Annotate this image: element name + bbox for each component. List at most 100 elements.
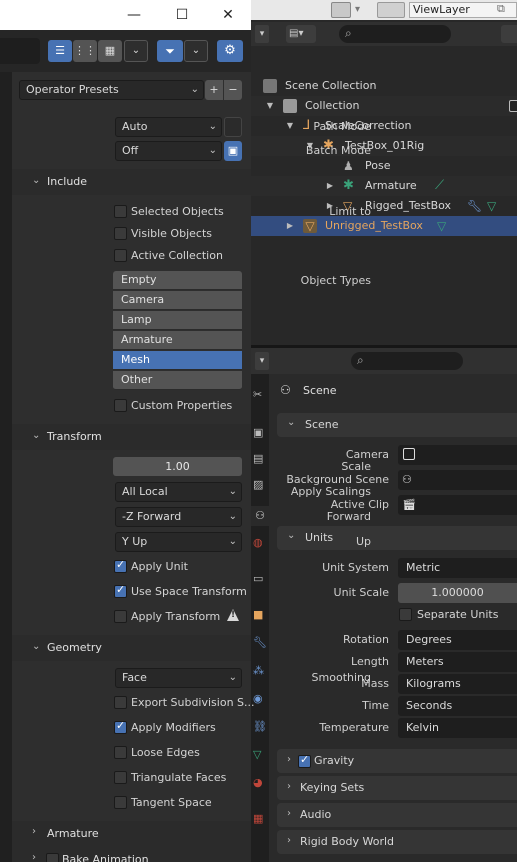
use-space-transform-checkbox[interactable]	[114, 583, 127, 598]
outliner-search-input[interactable]: ⌕	[339, 25, 451, 43]
maximize-button[interactable]: ☐	[172, 5, 192, 25]
transform-section-header[interactable]: ⌄ Transform	[12, 424, 251, 450]
tree-row[interactable]: ♟ Pose	[251, 156, 517, 176]
filter-icon[interactable]: ⏷	[157, 40, 183, 62]
view-layer-tab-icon[interactable]: ▨	[253, 478, 267, 492]
apply-unit-checkbox[interactable]	[114, 558, 127, 573]
armature-section-header[interactable]: › Armature	[12, 821, 251, 847]
path-mode-dropdown[interactable]: Auto ⌄	[115, 117, 222, 137]
audio-section-header[interactable]: › Audio	[277, 803, 517, 827]
tree-row[interactable]: ▼ ⅃ ScaleCorrection	[251, 116, 517, 136]
triangulate-faces-checkbox[interactable]	[114, 771, 127, 784]
tangent-space-checkbox[interactable]	[114, 796, 127, 809]
bake-animation-checkbox[interactable]	[46, 853, 59, 862]
scene-dropdown-chevron-icon[interactable]: ▾	[355, 2, 365, 18]
batch-own-dir-icon[interactable]: ▣	[224, 141, 242, 161]
visible-objects-checkbox[interactable]	[114, 227, 127, 240]
tree-row[interactable]: ▶ ✱ Armature ⟋	[251, 176, 517, 196]
add-preset-button[interactable]: +	[205, 80, 223, 100]
expand-arrow-icon[interactable]: ▼	[285, 116, 295, 136]
display-mode-dropdown[interactable]: ▤▾	[286, 25, 316, 43]
tree-row[interactable]: ▼ Collection	[251, 96, 517, 116]
bake-animation-section-header[interactable]: › Bake Animation	[12, 847, 251, 862]
forward-dropdown[interactable]: -Z Forward ⌄	[115, 507, 242, 527]
tree-row-selected[interactable]: ▶ ▽ Unrigged_TestBox ▽	[251, 216, 517, 236]
length-dropdown[interactable]: Meters	[398, 652, 517, 672]
object-type-armature[interactable]: Armature	[113, 331, 242, 350]
scene-tab-icon[interactable]: ⚇	[251, 506, 269, 526]
object-type-empty[interactable]: Empty	[113, 271, 242, 290]
properties-search-input[interactable]: ⌕	[351, 352, 463, 370]
constraints-tab-icon[interactable]: ⛓	[253, 720, 267, 734]
active-collection-checkbox[interactable]	[114, 249, 127, 262]
separate-units-checkbox[interactable]	[399, 608, 412, 621]
apply-modifiers-checkbox[interactable]	[114, 719, 127, 734]
embed-textures-icon[interactable]	[224, 117, 242, 137]
modifier-tab-icon[interactable]: 🔧︎	[253, 636, 267, 650]
active-clip-field[interactable]: 🎬︎	[398, 495, 517, 515]
object-type-lamp[interactable]: Lamp	[113, 311, 242, 330]
gravity-checkbox[interactable]	[298, 753, 311, 768]
apply-scalings-dropdown[interactable]: All Local ⌄	[115, 482, 242, 502]
geometry-section-header[interactable]: ⌄ Geometry	[12, 635, 251, 661]
tool-tab-icon[interactable]: ✂	[253, 388, 267, 402]
view-layer-browse-button[interactable]	[377, 2, 405, 18]
object-type-mesh[interactable]: Mesh	[113, 351, 242, 370]
expand-arrow-icon[interactable]: ▼	[265, 96, 275, 116]
output-tab-icon[interactable]: ▤	[253, 452, 267, 466]
units-section-header[interactable]: ⌄ Units	[277, 526, 517, 550]
collapsed-arrow-icon[interactable]: ▶	[285, 216, 295, 236]
texture-tab-icon[interactable]: ▦	[253, 812, 267, 826]
exclude-checkbox[interactable]	[509, 100, 517, 112]
rigid-body-world-section-header[interactable]: › Rigid Body World	[277, 830, 517, 854]
scale-field[interactable]: 1.00	[113, 457, 242, 476]
data-tab-icon[interactable]: ▽	[253, 748, 267, 762]
material-tab-icon[interactable]: ◕	[253, 776, 267, 790]
export-subdivision-checkbox[interactable]	[114, 696, 127, 709]
close-button[interactable]: ✕	[218, 5, 238, 25]
object-tab-icon[interactable]: ■	[253, 608, 267, 622]
filter-button[interactable]	[501, 25, 517, 43]
up-dropdown[interactable]: Y Up ⌄	[115, 532, 242, 552]
editor-type-icon[interactable]: ▾	[255, 25, 269, 43]
object-type-other[interactable]: Other	[113, 371, 242, 390]
object-type-camera[interactable]: Camera	[113, 291, 242, 310]
vertical-list-icon[interactable]: ☰	[48, 40, 72, 62]
operator-presets-dropdown[interactable]: Operator Presets ⌄	[19, 80, 204, 100]
keying-sets-section-header[interactable]: › Keying Sets	[277, 776, 517, 800]
physics-tab-icon[interactable]: ◉	[253, 692, 267, 706]
world-tab-icon[interactable]: ◍	[253, 536, 267, 550]
particles-tab-icon[interactable]: ⁂	[253, 664, 267, 678]
horizontal-list-icon[interactable]: ⋮⋮	[73, 40, 97, 62]
restore-window-icon[interactable]: ⧉	[497, 2, 511, 16]
time-dropdown[interactable]: Seconds	[398, 696, 517, 716]
unit-system-dropdown[interactable]: Metric	[398, 558, 517, 578]
minimize-button[interactable]: —	[124, 5, 144, 25]
temperature-dropdown[interactable]: Kelvin	[398, 718, 517, 738]
file-path-field[interactable]	[0, 38, 40, 64]
mass-dropdown[interactable]: Kilograms	[398, 674, 517, 694]
render-tab-icon[interactable]: ▣	[253, 426, 267, 440]
tree-row[interactable]: ▼ ✱ TestBox_01Rig	[251, 136, 517, 156]
thumbnails-icon[interactable]: ▦	[98, 40, 122, 62]
selected-objects-checkbox[interactable]	[114, 205, 127, 218]
editor-type-icon[interactable]: ▾	[255, 352, 269, 370]
remove-preset-button[interactable]: −	[224, 80, 242, 100]
collection-tab-icon[interactable]: ▭	[253, 572, 267, 586]
copy-scene-icon[interactable]	[331, 2, 351, 18]
unit-scale-field[interactable]: 1.000000	[398, 583, 517, 603]
background-scene-field[interactable]: ⚇	[398, 470, 517, 490]
custom-properties-checkbox[interactable]	[114, 399, 127, 412]
loose-edges-checkbox[interactable]	[114, 746, 127, 759]
chevron-down-icon[interactable]: ⌄	[124, 40, 148, 62]
apply-transform-checkbox[interactable]	[114, 610, 127, 623]
chevron-down-icon[interactable]: ⌄	[184, 40, 208, 62]
rotation-dropdown[interactable]: Degrees	[398, 630, 517, 650]
tree-row[interactable]: ▶ ▽ Rigged_TestBox 🔧︎ ▽	[251, 196, 517, 216]
smoothing-dropdown[interactable]: Face ⌄	[115, 668, 242, 688]
gravity-section-header[interactable]: › Gravity	[277, 749, 517, 773]
include-section-header[interactable]: ⌄ Include	[12, 169, 251, 195]
collapsed-arrow-icon[interactable]: ▶	[325, 176, 335, 196]
batch-mode-dropdown[interactable]: Off ⌄	[115, 141, 222, 161]
tree-row[interactable]: Scene Collection	[251, 76, 517, 96]
